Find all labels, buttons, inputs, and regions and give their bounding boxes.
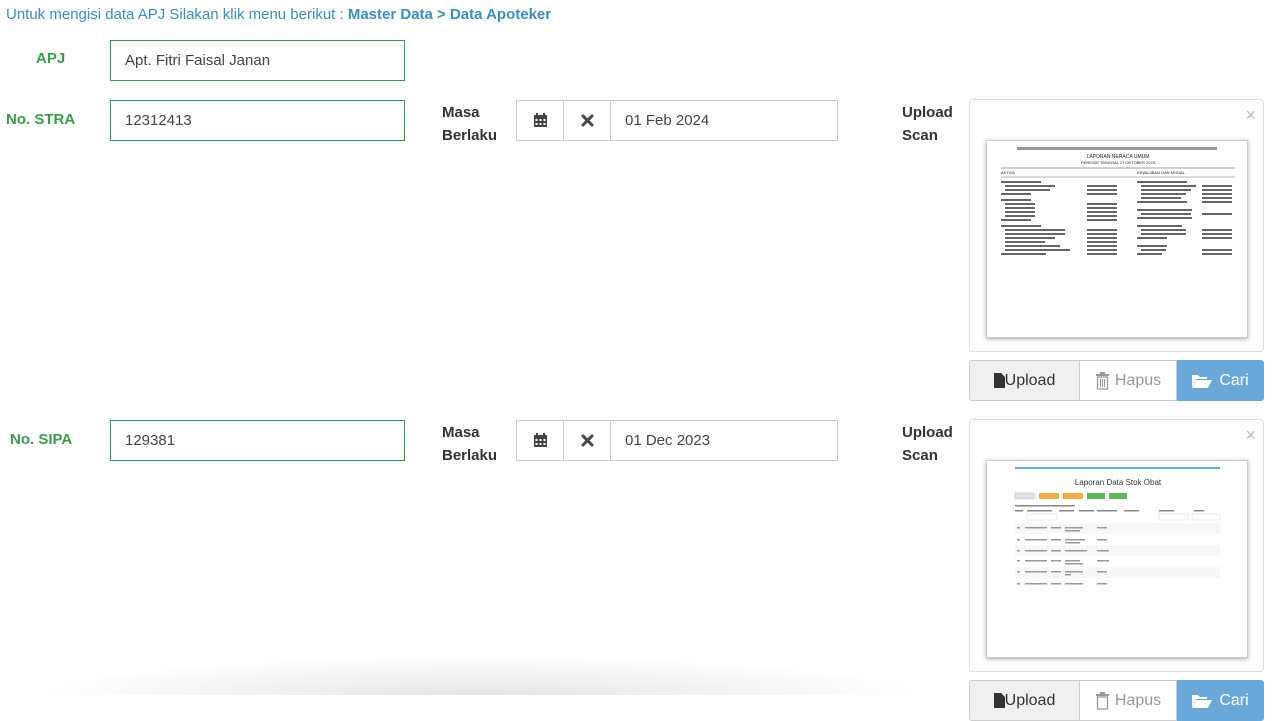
upload-button-label: Upload: [1004, 371, 1056, 389]
stra-calendar-button[interactable]: [517, 101, 564, 140]
file-icon: [993, 693, 1005, 708]
thumb-subheader: PERIODE TANGGAL 27 OKTOBER 2023: [1081, 160, 1156, 165]
masa-line-2: Berlaku: [442, 447, 498, 464]
thumb-col-left: AKTIVA: [1001, 170, 1015, 175]
upload-button-label: Upload: [1004, 691, 1056, 709]
sipa-hapus-button[interactable]: Hapus: [1080, 680, 1177, 721]
calendar-icon: [533, 113, 547, 127]
stra-label: No. STRA: [6, 111, 76, 128]
upload-line-2: Scan: [902, 447, 938, 464]
sipa-cari-button[interactable]: Cari: [1177, 680, 1264, 721]
hapus-button-label: Hapus: [1114, 371, 1162, 389]
times-icon: [581, 114, 593, 127]
stra-date-group: 01 Feb 2024: [516, 100, 838, 141]
trash-icon: [1095, 691, 1109, 710]
masa-line-1: Masa: [442, 104, 480, 121]
hint-menu-path: Master Data > Data Apoteker: [347, 6, 552, 23]
sipa-upload-buttons: Upload Hapus Cari: [969, 680, 1264, 721]
sipa-scan-preview: × Laporan Data Stok Obat: [969, 419, 1264, 672]
stra-scan-preview: × LAPORAN NERACA UMUM PERIODE TANGGAL 27…: [969, 99, 1264, 352]
bottom-shadow: [30, 655, 930, 695]
hint-text: Untuk mengisi data APJ Silakan klik menu…: [6, 6, 348, 23]
sipa-upload-button[interactable]: Upload: [969, 680, 1080, 721]
cari-button-label: Cari: [1219, 371, 1249, 389]
sipa-number-field[interactable]: 129381: [110, 420, 405, 461]
sipa-masa-berlaku-label: Masa Berlaku: [442, 421, 497, 467]
stra-cari-button[interactable]: Cari: [1177, 360, 1264, 401]
stock-report-thumbnail: Laporan Data Stok Obat: [1014, 467, 1221, 585]
sipa-date-input[interactable]: 01 Dec 2023: [611, 421, 837, 460]
close-icon[interactable]: ×: [1245, 106, 1256, 124]
folder-open-icon: [1192, 374, 1213, 388]
sipa-scan-thumbnail: Laporan Data Stok Obat: [986, 460, 1248, 658]
balance-sheet-thumbnail: LAPORAN NERACA UMUM PERIODE TANGGAL 27 O…: [1001, 147, 1235, 255]
stra-masa-berlaku-label: Masa Berlaku: [442, 101, 497, 147]
apj-field[interactable]: Apt. Fitri Faisal Janan: [110, 40, 405, 81]
upload-line-1: Upload: [902, 104, 953, 121]
upload-line-2: Scan: [902, 127, 938, 144]
cari-button-label: Cari: [1219, 691, 1249, 709]
stra-date-input[interactable]: 01 Feb 2024: [611, 101, 837, 140]
hapus-button-label: Hapus: [1114, 691, 1162, 709]
masa-line-2: Berlaku: [442, 127, 498, 144]
masa-line-1: Masa: [442, 424, 480, 441]
thumb-col-right: KEWAJIBAN DAN MODAL: [1137, 170, 1186, 175]
stra-clear-date-button[interactable]: [564, 101, 611, 140]
stra-upload-button[interactable]: Upload: [969, 360, 1080, 401]
sipa-label: No. SIPA: [10, 431, 73, 448]
stra-upload-buttons: Upload Hapus Cari: [969, 360, 1264, 401]
calendar-icon: [533, 433, 547, 447]
sipa-upload-scan-label: Upload Scan: [902, 421, 953, 467]
times-icon: [581, 434, 593, 447]
sipa-calendar-button[interactable]: [517, 421, 564, 460]
info-hint: Untuk mengisi data APJ Silakan klik menu…: [6, 6, 551, 23]
thumb-stock-header: Laporan Data Stok Obat: [1075, 478, 1162, 487]
sipa-date-group: 01 Dec 2023: [516, 420, 838, 461]
apj-label: APJ: [36, 50, 66, 67]
folder-open-icon: [1192, 694, 1213, 708]
sipa-clear-date-button[interactable]: [564, 421, 611, 460]
stra-upload-scan-label: Upload Scan: [902, 101, 953, 147]
stra-scan-thumbnail: LAPORAN NERACA UMUM PERIODE TANGGAL 27 O…: [986, 140, 1248, 338]
trash-icon: [1095, 371, 1109, 390]
close-icon[interactable]: ×: [1245, 426, 1256, 444]
upload-line-1: Upload: [902, 424, 953, 441]
file-icon: [993, 373, 1005, 388]
stra-number-field[interactable]: 12312413: [110, 100, 405, 141]
stra-hapus-button[interactable]: Hapus: [1080, 360, 1177, 401]
